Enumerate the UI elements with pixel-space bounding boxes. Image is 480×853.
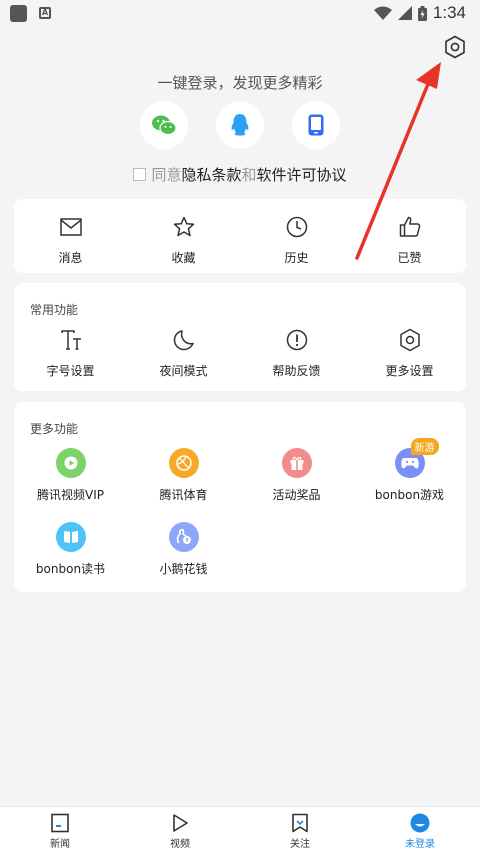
quick-actions-card: 消息 收藏 历史 已赞: [14, 199, 466, 273]
tencent-video-vip-button[interactable]: 腾讯视频VIP: [14, 448, 127, 503]
status-bar: A 1:34: [0, 0, 480, 26]
more-functions-card: 更多功能 腾讯视频VIP 腾讯体育 活动奖品 新游 bonbon游戏 bonbo…: [14, 402, 466, 592]
nav-follow[interactable]: 关注: [240, 807, 360, 853]
agreement-and: 和: [241, 166, 257, 184]
hexagon-settings-icon: [445, 35, 465, 59]
license-link[interactable]: 软件许可协议: [257, 164, 347, 185]
login-title: 一键登录，发现更多精彩: [157, 74, 323, 92]
thumbs-up-icon: [399, 216, 420, 237]
qq-login-button[interactable]: [216, 101, 264, 149]
qq-penguin-icon: [231, 114, 249, 136]
history-label: 历史: [284, 251, 309, 265]
more-settings-button[interactable]: 更多设置: [353, 326, 466, 379]
nav-news[interactable]: 新闻: [0, 807, 120, 853]
bonbon-games-label: bonbon游戏: [374, 488, 445, 502]
help-feedback-button[interactable]: 帮助反馈: [240, 326, 353, 379]
tencent-sports-button[interactable]: 腾讯体育: [127, 448, 240, 503]
clock-time: 1:34: [432, 3, 466, 22]
agreement-checkbox[interactable]: [133, 168, 147, 181]
night-mode-label: 夜间模式: [159, 364, 208, 378]
video-play-icon: [55, 448, 86, 478]
font-size-button[interactable]: 字号设置: [14, 326, 127, 379]
activity-prizes-label: 活动奖品: [272, 488, 321, 502]
clock-icon: [286, 216, 307, 238]
help-icon: [286, 329, 307, 351]
messages-button[interactable]: 消息: [14, 213, 127, 266]
nav-follow-label: 关注: [290, 839, 310, 850]
agreement-row: 同意 隐私条款 和 软件许可协议: [0, 164, 480, 185]
bonbon-reading-button[interactable]: bonbon读书: [14, 522, 127, 577]
wallet-icon: [168, 522, 199, 552]
help-feedback-label: 帮助反馈: [272, 364, 321, 378]
common-functions-card: 常用功能 字号设置 夜间模式 帮助反馈 更多设置: [14, 283, 466, 391]
wechat-login-button[interactable]: [140, 101, 188, 149]
more-functions-title: 更多功能: [30, 422, 79, 436]
agreement-prefix: 同意: [151, 166, 182, 184]
gift-icon: [281, 448, 312, 478]
nav-profile-label: 未登录: [405, 839, 435, 850]
new-game-badge: 新游: [410, 438, 439, 455]
mail-icon: [59, 218, 82, 236]
xiaoe-wallet-label: 小鹅花钱: [159, 562, 208, 576]
basketball-icon: [168, 448, 199, 478]
font-size-icon: [60, 330, 81, 350]
bookmark-icon: [292, 813, 308, 833]
more-settings-label: 更多设置: [385, 364, 434, 378]
wifi-icon: [373, 6, 392, 20]
gamepad-icon: 新游: [394, 438, 439, 478]
star-icon: [173, 216, 194, 237]
phone-icon: [308, 114, 324, 136]
nav-video[interactable]: 视频: [120, 807, 240, 853]
nav-video-label: 视频: [170, 839, 190, 850]
tencent-sports-label: 腾讯体育: [159, 488, 208, 502]
tencent-video-vip-label: 腾讯视频VIP: [37, 488, 104, 502]
nav-profile[interactable]: 未登录: [360, 807, 480, 853]
history-button[interactable]: 历史: [240, 213, 353, 266]
favorites-button[interactable]: 收藏: [127, 213, 240, 266]
bottom-navigation: 新闻 视频 关注 未登录: [0, 806, 480, 853]
moon-icon: [173, 330, 194, 351]
xiaoe-wallet-button[interactable]: 小鹅花钱: [127, 522, 240, 577]
common-functions-title: 常用功能: [30, 303, 79, 317]
play-icon: [173, 814, 188, 832]
nav-news-label: 新闻: [50, 839, 70, 850]
font-size-label: 字号设置: [46, 364, 95, 378]
settings-icon: [399, 328, 420, 352]
bonbon-reading-label: bonbon读书: [35, 562, 106, 576]
bonbon-games-button[interactable]: 新游 bonbon游戏: [353, 438, 466, 503]
phone-login-button[interactable]: [292, 101, 340, 149]
activity-prizes-button[interactable]: 活动奖品: [240, 448, 353, 503]
liked-label: 已赞: [397, 251, 422, 265]
favorites-label: 收藏: [171, 251, 196, 265]
wechat-icon: [152, 115, 177, 136]
book-icon: [55, 522, 86, 552]
night-mode-button[interactable]: 夜间模式: [127, 326, 240, 379]
signal-icon: [397, 6, 412, 20]
news-icon: [51, 813, 69, 833]
avatar-icon: [410, 813, 430, 833]
settings-button[interactable]: [441, 33, 469, 61]
battery-icon: [417, 5, 427, 21]
messages-label: 消息: [58, 251, 83, 265]
privacy-link[interactable]: 隐私条款: [181, 164, 241, 185]
notification-icon: [10, 4, 27, 22]
liked-button[interactable]: 已赞: [353, 213, 466, 266]
app-notification-icon: A: [39, 7, 51, 19]
